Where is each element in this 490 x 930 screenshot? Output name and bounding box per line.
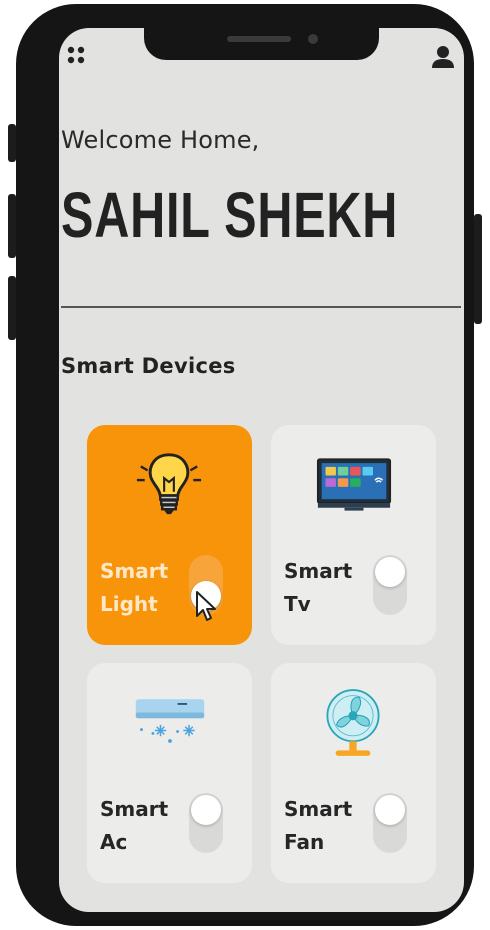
device-label-line2: Light (100, 592, 158, 616)
power-button (474, 214, 482, 324)
speaker-grille (227, 36, 291, 42)
device-card-smart-tv[interactable]: Smart Tv (271, 425, 436, 645)
device-label-line2: Fan (284, 830, 325, 854)
device-card-smart-fan[interactable]: Smart Fan (271, 663, 436, 883)
device-label: Smart Light (100, 555, 168, 621)
user-name-heading: SAHIL SHEKH (61, 179, 399, 251)
device-label-line2: Tv (284, 592, 311, 616)
toggle-knob (191, 795, 221, 825)
lightbulb-icon (136, 453, 202, 515)
device-label: Smart Ac (100, 793, 168, 859)
toggle-knob (375, 557, 405, 587)
header-divider (61, 306, 461, 308)
pointer-cursor-icon (196, 591, 216, 621)
air-conditioner-icon (135, 699, 205, 743)
mute-switch (8, 124, 16, 162)
device-label: Smart Fan (284, 793, 352, 859)
volume-up-button (8, 194, 16, 258)
device-card-smart-light[interactable]: Smart Light (87, 425, 252, 645)
user-icon[interactable] (430, 44, 456, 70)
notch (144, 28, 379, 60)
welcome-text: Welcome Home, (61, 126, 260, 154)
front-camera (308, 34, 318, 44)
grid-dots-icon[interactable] (66, 45, 88, 67)
fan-icon (326, 689, 380, 756)
device-label-line1: Smart (100, 559, 169, 583)
device-label-line1: Smart (284, 797, 353, 821)
volume-down-button (8, 276, 16, 340)
device-label-line1: Smart (100, 797, 169, 821)
device-card-smart-ac[interactable]: Smart Ac (87, 663, 252, 883)
device-label: Smart Tv (284, 555, 352, 621)
power-toggle[interactable] (373, 555, 407, 615)
power-toggle[interactable] (189, 793, 223, 853)
device-label-line1: Smart (284, 559, 353, 583)
power-toggle[interactable] (373, 793, 407, 853)
phone-frame: Welcome Home, SAHIL SHEKH Smart Devices … (8, 4, 482, 926)
section-title: Smart Devices (61, 354, 236, 378)
app-screen: Welcome Home, SAHIL SHEKH Smart Devices … (59, 28, 464, 912)
toggle-knob (375, 795, 405, 825)
device-label-line2: Ac (100, 830, 128, 854)
tv-icon (316, 458, 392, 511)
